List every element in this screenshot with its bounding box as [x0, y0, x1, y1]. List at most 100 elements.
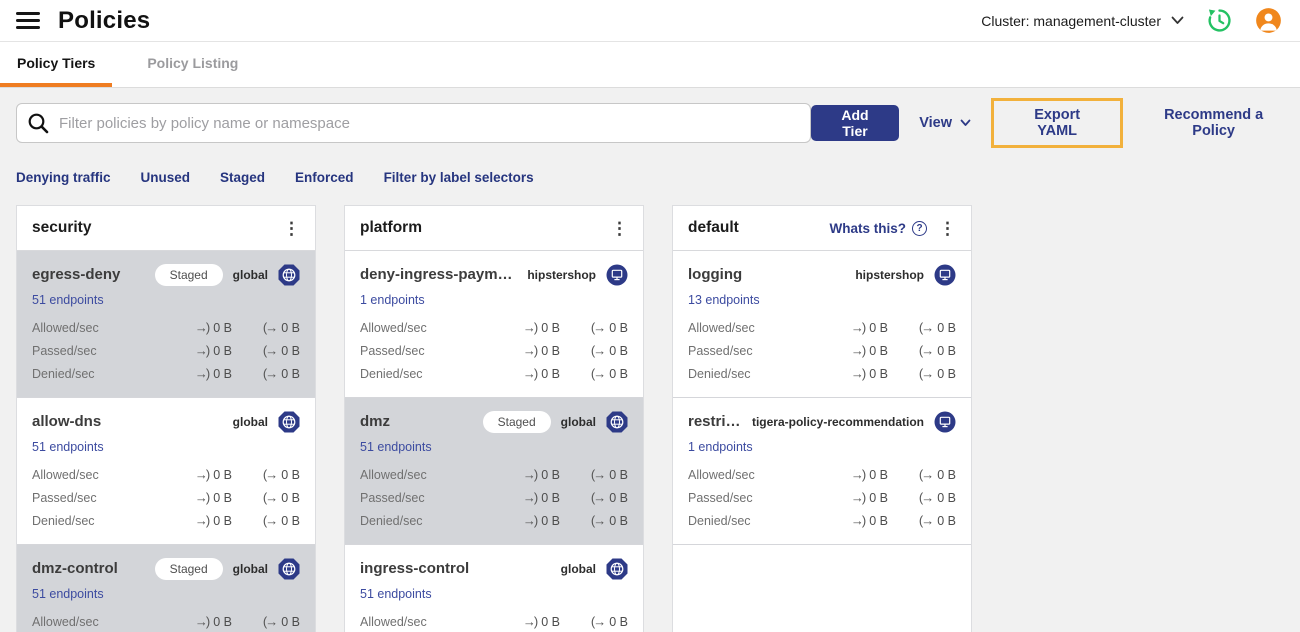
filter-by-label-selectors[interactable]: Filter by label selectors: [384, 170, 534, 185]
ingress-value: 0 B: [869, 490, 888, 505]
policy-card-deny-ingress-paymentservice[interactable]: deny-ingress-paymentservi… hipstershop 1…: [345, 251, 643, 398]
namespace-icon: [606, 264, 628, 286]
filter-denying-traffic[interactable]: Denying traffic: [16, 170, 111, 185]
egress-icon: (→: [262, 513, 278, 528]
ingress-icon: →): [850, 513, 866, 528]
endpoints-link[interactable]: 1 endpoints: [360, 293, 425, 307]
policy-name: logging: [688, 266, 743, 283]
view-dropdown[interactable]: View: [919, 115, 971, 131]
policy-card-ingress-control[interactable]: ingress-control global 51 endpoints Allo…: [345, 545, 643, 632]
ingress-icon: →): [850, 467, 866, 482]
filter-staged[interactable]: Staged: [220, 170, 265, 185]
egress-value: 0 B: [937, 343, 956, 358]
ingress-icon: →): [194, 343, 210, 358]
kebab-menu-icon[interactable]: ⋮: [611, 220, 628, 237]
ingress-icon: →): [194, 614, 210, 629]
kebab-menu-icon[interactable]: ⋮: [283, 220, 300, 237]
policy-card-dmz-control[interactable]: dmz-control Staged global 51 endpoints A…: [17, 545, 315, 632]
egress-value: 0 B: [609, 513, 628, 528]
policy-name: egress-deny: [32, 266, 121, 283]
egress-value: 0 B: [281, 614, 300, 629]
whats-this-link[interactable]: Whats this? ?: [829, 220, 927, 236]
namespace-icon: [934, 264, 956, 286]
egress-icon: (→: [590, 513, 606, 528]
endpoints-link[interactable]: 1 endpoints: [688, 440, 753, 454]
egress-icon: (→: [590, 320, 606, 335]
ingress-icon: →): [522, 366, 538, 381]
egress-value: 0 B: [281, 490, 300, 505]
egress-value: 0 B: [281, 366, 300, 381]
policy-card-egress-deny[interactable]: egress-deny Staged global 51 endpoints A…: [17, 251, 315, 398]
menu-icon[interactable]: [16, 12, 40, 29]
tab-bar: Policy Tiers Policy Listing: [0, 42, 1300, 88]
egress-value: 0 B: [609, 320, 628, 335]
ingress-value: 0 B: [869, 320, 888, 335]
kebab-menu-icon[interactable]: ⋮: [939, 220, 956, 237]
egress-icon: (→: [590, 614, 606, 629]
policy-card-restricted[interactable]: restricted tigera-policy-recommendation …: [673, 398, 971, 545]
egress-value: 0 B: [281, 320, 300, 335]
ingress-value: 0 B: [213, 467, 232, 482]
cluster-selector[interactable]: Cluster: management-cluster: [981, 13, 1184, 29]
add-tier-button[interactable]: Add Tier: [810, 105, 900, 141]
ingress-value: 0 B: [213, 513, 232, 528]
policy-name: dmz: [360, 413, 390, 430]
policy-name: deny-ingress-paymentservi…: [360, 266, 517, 283]
ingress-icon: →): [522, 490, 538, 505]
app-root: Policies Cluster: management-cluster Pol…: [0, 0, 1300, 632]
staged-badge: Staged: [154, 557, 223, 580]
main-content: Add Tier View Export YAML Recommend a Po…: [0, 88, 1300, 632]
policy-scope: hipstershop: [855, 267, 924, 282]
filter-enforced[interactable]: Enforced: [295, 170, 354, 185]
egress-value: 0 B: [281, 513, 300, 528]
endpoints-link[interactable]: 51 endpoints: [32, 587, 104, 601]
egress-icon: (→: [918, 366, 934, 381]
egress-icon: (→: [918, 320, 934, 335]
tier-default: default Whats this? ? ⋮ logging hipsters…: [672, 205, 972, 632]
metric-row: Denied/sec →) 0 B (→ 0 B: [32, 513, 300, 528]
policy-name: dmz-control: [32, 560, 118, 577]
metric-row: Passed/sec →) 0 B (→ 0 B: [32, 490, 300, 505]
egress-icon: (→: [262, 320, 278, 335]
ingress-icon: →): [194, 513, 210, 528]
egress-value: 0 B: [937, 490, 956, 505]
endpoints-link[interactable]: 51 endpoints: [32, 293, 104, 307]
toolbar-actions: Add Tier View Export YAML Recommend a Po…: [810, 98, 1284, 148]
chevron-down-icon: [960, 119, 971, 126]
ingress-icon: →): [522, 320, 538, 335]
page-title: Policies: [58, 6, 151, 34]
endpoints-link[interactable]: 13 endpoints: [688, 293, 760, 307]
tier-name: security: [32, 219, 92, 236]
ingress-value: 0 B: [213, 614, 232, 629]
tier-platform: platform ⋮ deny-ingress-paymentservi… hi…: [344, 205, 644, 632]
endpoints-link[interactable]: 51 endpoints: [360, 440, 432, 454]
ingress-value: 0 B: [541, 614, 560, 629]
endpoints-link[interactable]: 51 endpoints: [32, 440, 104, 454]
policy-scope: tigera-policy-recommendation: [751, 414, 924, 429]
egress-icon: (→: [262, 614, 278, 629]
quick-filters: Denying traffic Unused Staged Enforced F…: [16, 170, 1284, 185]
policy-card-logging[interactable]: logging hipstershop 13 endpoints Allowed…: [673, 251, 971, 398]
tier-header: default Whats this? ? ⋮: [673, 206, 971, 251]
egress-value: 0 B: [609, 343, 628, 358]
view-dropdown-label: View: [919, 115, 953, 131]
recommend-policy-button[interactable]: Recommend a Policy: [1143, 107, 1284, 139]
policy-card-dmz[interactable]: dmz Staged global 51 endpoints Allowed/s…: [345, 398, 643, 545]
whats-this-label: Whats this?: [829, 220, 907, 236]
export-yaml-button[interactable]: Export YAML: [1014, 107, 1100, 139]
policy-card-allow-dns[interactable]: allow-dns global 51 endpoints Allowed/se…: [17, 398, 315, 545]
egress-icon: (→: [590, 467, 606, 482]
policy-name: allow-dns: [32, 413, 102, 430]
search-input[interactable]: [16, 103, 811, 143]
ingress-icon: →): [522, 614, 538, 629]
history-icon[interactable]: [1206, 7, 1233, 34]
tab-policy-listing[interactable]: Policy Listing: [130, 42, 255, 87]
endpoints-link[interactable]: 51 endpoints: [360, 587, 432, 601]
ingress-icon: →): [194, 366, 210, 381]
tab-policy-tiers[interactable]: Policy Tiers: [0, 42, 113, 87]
avatar[interactable]: [1255, 7, 1282, 34]
egress-icon: (→: [262, 467, 278, 482]
egress-value: 0 B: [281, 467, 300, 482]
filter-unused[interactable]: Unused: [141, 170, 191, 185]
egress-icon: (→: [590, 366, 606, 381]
